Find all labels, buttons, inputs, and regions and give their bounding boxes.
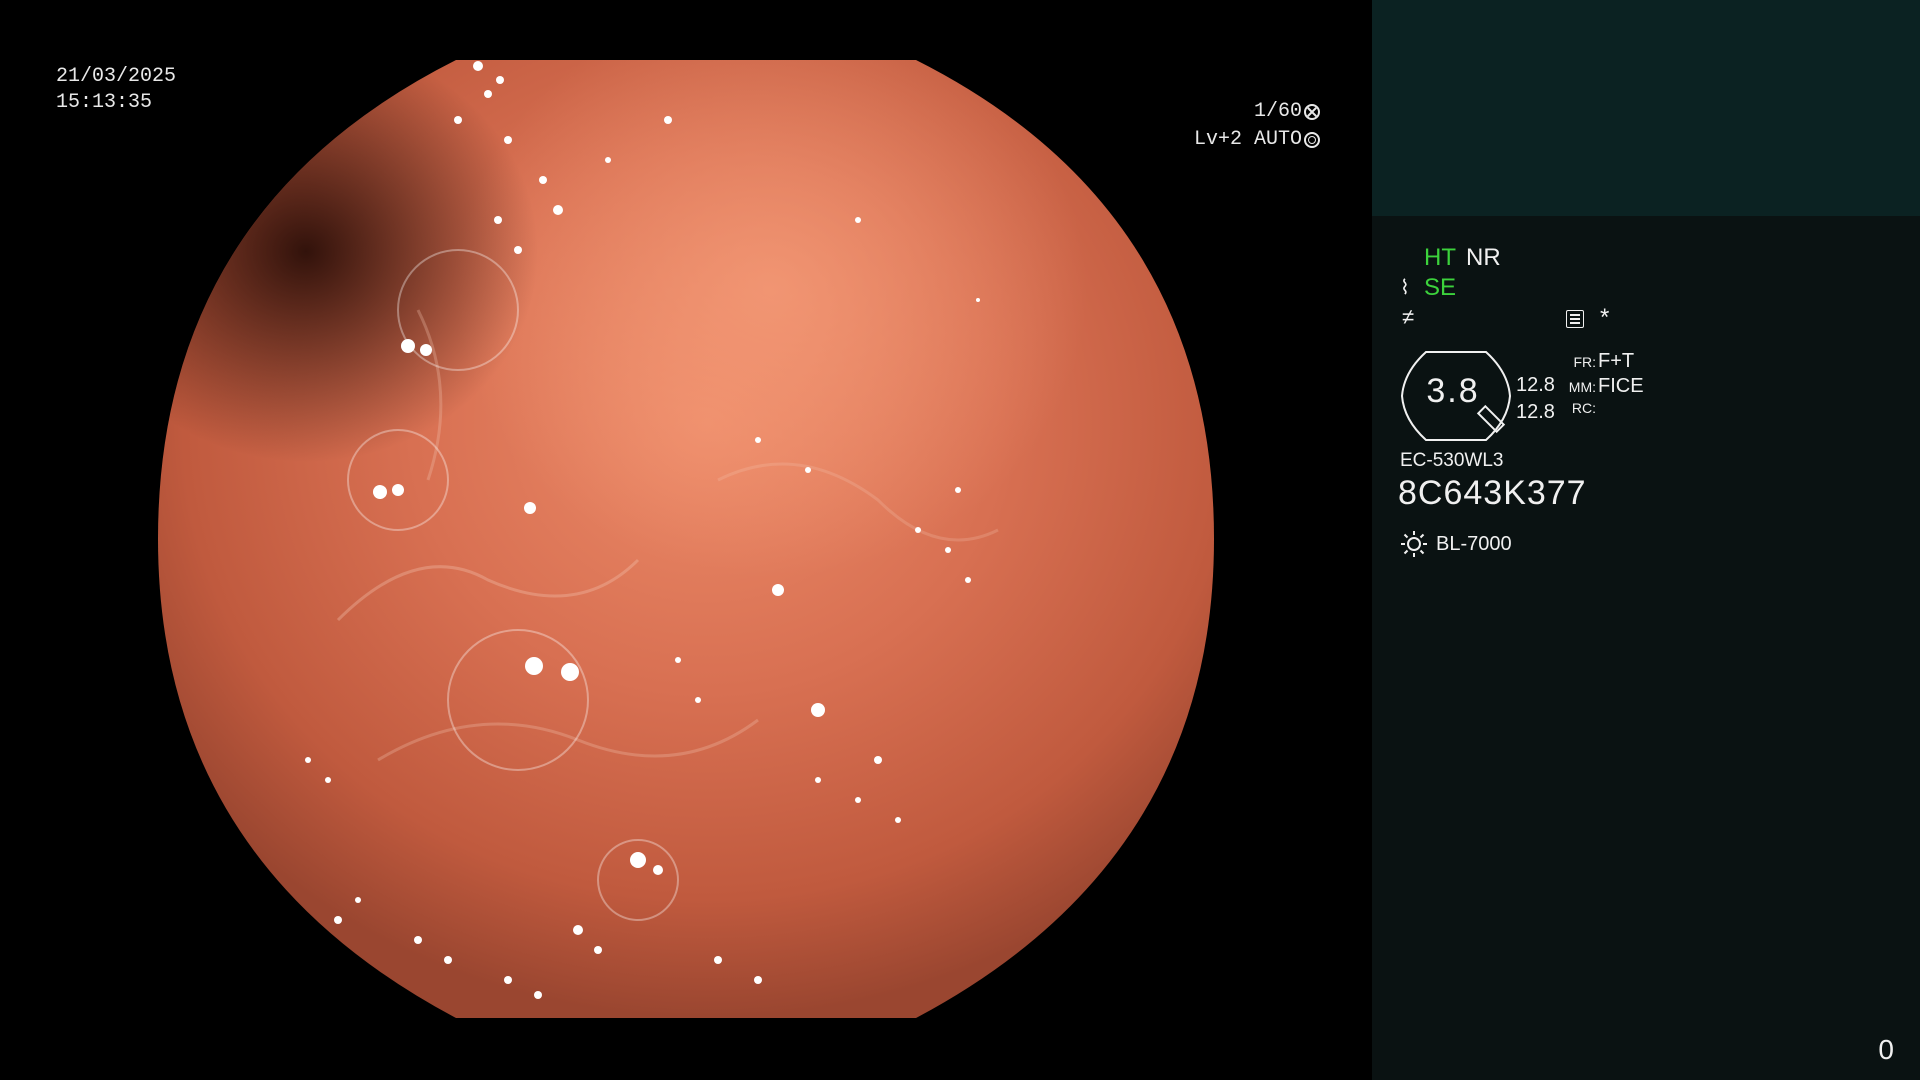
mode-se: SE [1424,274,1457,301]
shutter-icon [1304,104,1320,120]
zoom-badge: 3.8 [1398,350,1514,442]
sun-icon [1400,530,1428,558]
date-label: 21/03/2025 [56,65,177,88]
setting-value: FICE [1598,375,1644,397]
time-label: 15:13:35 [56,91,153,114]
serial-number: 8C643K377 [1398,474,1587,512]
setting-key: RC: [1571,400,1596,416]
list-icon [1566,310,1584,328]
date-time-overlay: 21/03/2025 15:13:35 [56,64,176,116]
scale-value-a: 12.8 [1516,374,1555,396]
light-source-label: BL-7000 [1436,532,1512,555]
mode-ht: HT [1424,244,1456,271]
shutter-row: 1/60 [1150,98,1320,126]
mode-indicators: HT NR [1424,244,1501,272]
iris-icon [1304,132,1320,148]
exposure-info: 1/60 Lv+2 AUTO [1150,98,1320,154]
thumbnail-area [1372,0,1920,216]
scale-value-b: 12.8 [1516,401,1555,423]
light-source: BL-7000 [1400,530,1512,558]
info-panel: HT NR ⌇ SE ≠ * 3.8 12.8 12.8 FR: F+T MM:… [1372,0,1920,1080]
scale-values: 12.8 12.8 [1516,372,1555,426]
not-equal-icon: ≠ [1402,304,1415,329]
shutter-label: 1/60 [1253,100,1302,123]
setting-key: FR: [1573,354,1596,370]
endoscopy-screen: 21/03/2025 15:13:35 1/60 Lv+2 AUTO HT NR… [0,0,1920,1080]
star-mark: * [1600,304,1610,331]
zoom-value: 3.8 [1426,372,1480,410]
setting-key: MM: [1568,379,1596,395]
iris-level-label: Lv+2 AUTO [1193,128,1302,151]
video-area: 21/03/2025 15:13:35 1/60 Lv+2 AUTO [0,0,1372,1080]
setting-fr: FR: F+T [1566,350,1644,375]
se-indicator: ⌇ SE [1400,274,1456,302]
setting-value: F+T [1598,350,1635,372]
iris-row: Lv+2 AUTO [1150,126,1320,154]
scope-model: EC-530WL3 [1400,450,1504,471]
image-counter: 0 [1878,1034,1894,1065]
mode-nr: NR [1466,244,1501,271]
wave-icon: ⌇ [1400,277,1410,299]
setting-mm: MM: FICE [1566,375,1644,400]
endoscope-image [158,60,1214,1018]
setting-rc: RC: [1566,400,1644,425]
settings-list: FR: F+T MM: FICE RC: [1566,350,1644,425]
